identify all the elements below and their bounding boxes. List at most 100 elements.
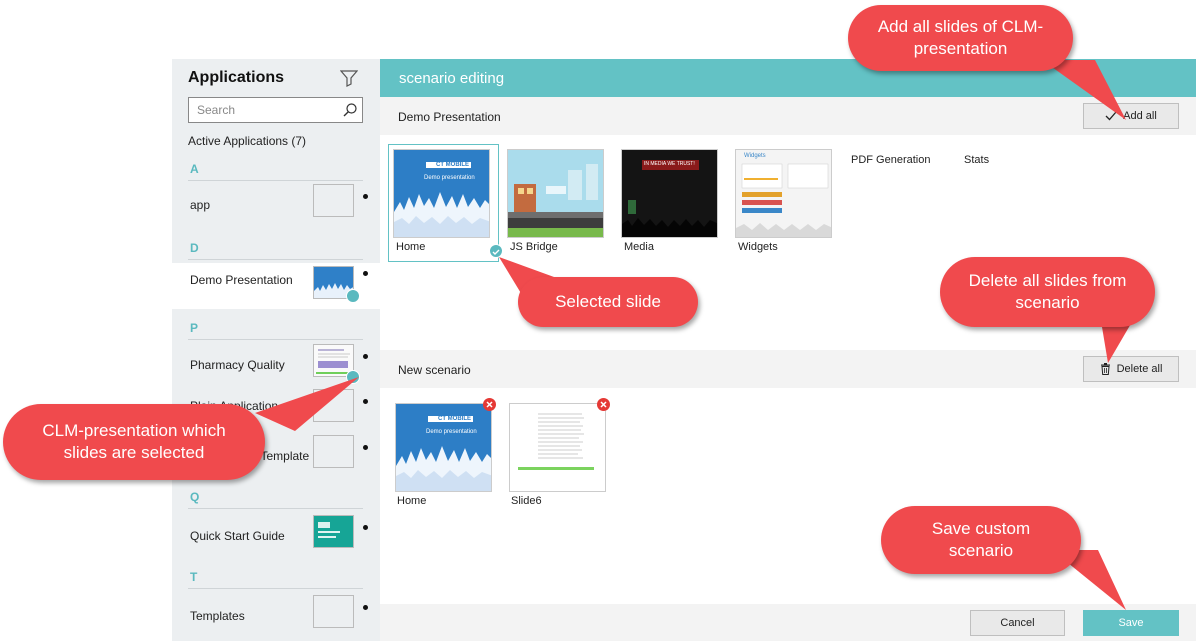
callout-selected-slide: Selected slide [518,277,698,327]
more-dot-icon[interactable] [363,271,368,276]
cancel-label: Cancel [1000,617,1035,629]
callout-save-text: Save custom scenario [931,518,1031,560]
more-dot-icon[interactable] [363,194,368,199]
slide-label: JS Bridge [510,241,558,253]
scenario-title: New scenario [398,363,471,377]
app-thumbnail [313,184,354,217]
callout-delete-all: Delete all slides from scenario [940,257,1155,327]
presentation-title: Demo Presentation [398,110,501,124]
app-thumbnail [313,515,354,548]
widgets-title-text: Widgets [744,153,766,159]
app-name: Templates [190,609,245,623]
slide-thumbnail: CT MOBILE Demo presentation [395,403,492,492]
header-bar: scenario editing [380,59,1196,97]
app-thumbnail [313,595,354,628]
letter-header-d: D [190,241,199,255]
presentation-section-header: Demo Presentation Add all [380,97,1196,135]
save-label: Save [1118,617,1144,629]
slide-thumbnail: Widgets [735,149,832,238]
checkmark-icon [1105,111,1117,121]
divider [188,339,363,340]
app-name: Pharmacy Quality [190,358,285,372]
document-slide-image [510,404,605,491]
app-item-app[interactable]: app [172,184,380,228]
slide-card-widgets[interactable]: Widgets Widgets [730,144,840,262]
callout-selected-text: Selected slide [555,291,661,311]
divider [188,508,363,509]
app-name: app [190,198,211,212]
cancel-button[interactable]: Cancel [970,610,1065,636]
slide-label: Slide6 [511,495,542,507]
slide-logo-text: CT MOBILE [436,416,473,422]
letter-header-q: Q [190,490,200,504]
search-input[interactable] [189,98,339,122]
slide-label: PDF Generation [851,154,931,166]
callout-clm-presentation: CLM-presentation which slides are select… [3,404,265,480]
slide-label: Widgets [738,241,778,253]
slide-thumbnail [507,149,604,238]
letter-header-a: A [190,162,199,176]
filter-icon[interactable] [340,69,358,87]
more-dot-icon[interactable] [363,605,368,610]
footer-bar: Cancel Save [380,604,1196,641]
slide-card-js-bridge[interactable]: JS Bridge [502,144,612,262]
slide-thumbnail: CT MOBILE Demo presentation [393,149,490,238]
delete-all-label: Delete all [1116,363,1163,375]
slide-card-pdf-generation[interactable]: PDF Generation [844,144,954,262]
slide-label: Media [624,241,654,253]
slide-logo-text: CT MOBILE [434,162,471,168]
slide-card-media[interactable]: IN MEDIA WE TRUST! Media [616,144,726,262]
app-item-demo-presentation[interactable]: Demo Presentation [172,263,380,309]
town-slide-image [508,150,603,237]
divider [188,259,363,260]
callout-delete-all-text: Delete all slides from scenario [968,270,1127,312]
more-dot-icon[interactable] [363,399,368,404]
search-icon[interactable] [342,102,358,118]
app-item-quick-start-guide[interactable]: Quick Start Guide [172,515,380,559]
remove-slide-icon[interactable] [483,398,496,411]
slide-card-home[interactable]: CT MOBILE Demo presentation Home [388,144,503,262]
remove-slide-icon[interactable] [597,398,610,411]
slide-label: Home [396,241,426,253]
trash-icon [1100,363,1110,375]
scenario-slide-slide6[interactable]: Slide6 [504,398,614,516]
selected-check-icon [346,370,360,384]
more-dot-icon[interactable] [363,525,368,530]
letter-header-t: T [190,570,198,584]
app-thumbnail [313,435,354,468]
selected-check-icon [346,289,360,303]
slide-label: Home [397,495,427,507]
more-dot-icon[interactable] [363,445,368,450]
slide-label: Stats [964,154,990,166]
app-name: Demo Presentation [190,273,293,287]
divider [188,588,363,589]
callout-add-all: Add all slides of CLM-presentation [848,5,1073,71]
sidebar-title: Applications [188,69,285,86]
app-item-templates[interactable]: Templates [172,595,380,639]
add-all-button[interactable]: Add all [1083,103,1179,129]
callout-clm-text: CLM-presentation which slides are select… [42,420,226,462]
app-thumbnail [313,389,354,422]
letter-header-p: P [190,321,199,335]
delete-all-button[interactable]: Delete all [1083,356,1179,382]
slide-thumbnail: IN MEDIA WE TRUST! [621,149,718,238]
more-dot-icon[interactable] [363,354,368,359]
callout-save: Save custom scenario [881,506,1081,574]
save-button[interactable]: Save [1083,610,1179,636]
app-item-pharmacy-quality[interactable]: Pharmacy Quality [172,344,380,388]
slide-subtitle-text: Demo presentation [426,429,477,435]
page-title: scenario editing [399,70,505,87]
selected-check-icon [489,244,503,258]
scenario-slide-home[interactable]: CT MOBILE Demo presentation Home [390,398,500,516]
app-name: Quick Start Guide [190,529,285,543]
active-applications-label: Active Applications (7) [188,134,307,148]
callout-add-all-text: Add all slides of CLM-presentation [877,16,1044,58]
media-banner-text: IN MEDIA WE TRUST! [644,161,695,167]
slide-thumbnail [509,403,606,492]
divider [188,180,363,181]
search-box [188,97,363,123]
slide-card-stats[interactable]: Stats [958,144,1068,262]
widgets-slide-image [736,150,831,237]
guide-thumbnail-icon [314,516,353,547]
add-all-label: Add all [1123,110,1157,122]
